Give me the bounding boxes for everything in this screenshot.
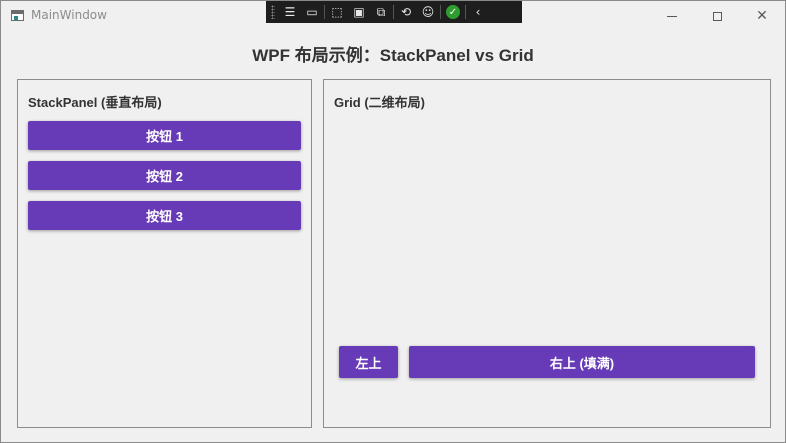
minimize-button[interactable] bbox=[649, 1, 695, 31]
main-window: MainWindow ✕ ☰ ▭ ⬚ ▣ ⧉ ⟲ ☺ ✓ ‹ WPF 布局示例：… bbox=[0, 0, 786, 443]
live-visual-tree-icon[interactable]: ☰ bbox=[279, 3, 301, 21]
app-window-icon bbox=[11, 10, 24, 21]
button-1[interactable]: 按钮 1 bbox=[28, 121, 301, 150]
toolbar-separator bbox=[465, 5, 466, 19]
minimize-icon bbox=[667, 16, 677, 17]
button-3[interactable]: 按钮 3 bbox=[28, 201, 301, 230]
select-element-icon[interactable]: ⬚ bbox=[326, 3, 348, 21]
track-focused-element-icon[interactable]: ⧉ bbox=[370, 3, 392, 21]
close-button[interactable]: ✕ bbox=[739, 1, 785, 31]
hot-reload-icon[interactable]: ⟲ bbox=[395, 3, 417, 21]
close-icon: ✕ bbox=[756, 8, 768, 24]
page-title: WPF 布局示例：StackPanel vs Grid bbox=[252, 46, 534, 65]
top-left-button[interactable]: 左上 bbox=[339, 346, 398, 378]
button-2[interactable]: 按钮 2 bbox=[28, 161, 301, 190]
toolbar-grip-icon[interactable] bbox=[271, 5, 275, 19]
accessibility-icon[interactable]: ☺ bbox=[417, 3, 439, 21]
maximize-icon bbox=[712, 11, 722, 21]
ok-check-icon: ✓ bbox=[446, 5, 460, 19]
toolbar-separator bbox=[324, 5, 325, 19]
wpf-debug-toolbar: ☰ ▭ ⬚ ▣ ⧉ ⟲ ☺ ✓ ‹ bbox=[266, 1, 522, 23]
grid-group: Grid (二维布局) 左上 右上 (填满) bbox=[323, 79, 771, 428]
record-icon[interactable]: ▭ bbox=[301, 3, 323, 21]
grid-label: Grid (二维布局) bbox=[334, 95, 425, 110]
toolbar-separator bbox=[440, 5, 441, 19]
display-layout-adorners-icon[interactable]: ▣ bbox=[348, 3, 370, 21]
window-title: MainWindow bbox=[31, 8, 107, 22]
ok-check-button[interactable]: ✓ bbox=[442, 3, 464, 21]
collapse-icon[interactable]: ‹ bbox=[467, 3, 489, 21]
maximize-button[interactable] bbox=[694, 1, 740, 31]
stackpanel-group: StackPanel (垂直布局) 按钮 1 按钮 2 按钮 3 bbox=[17, 79, 312, 428]
top-right-fill-button[interactable]: 右上 (填满) bbox=[409, 346, 755, 378]
stackpanel-label: StackPanel (垂直布局) bbox=[28, 95, 162, 110]
toolbar-separator bbox=[393, 5, 394, 19]
